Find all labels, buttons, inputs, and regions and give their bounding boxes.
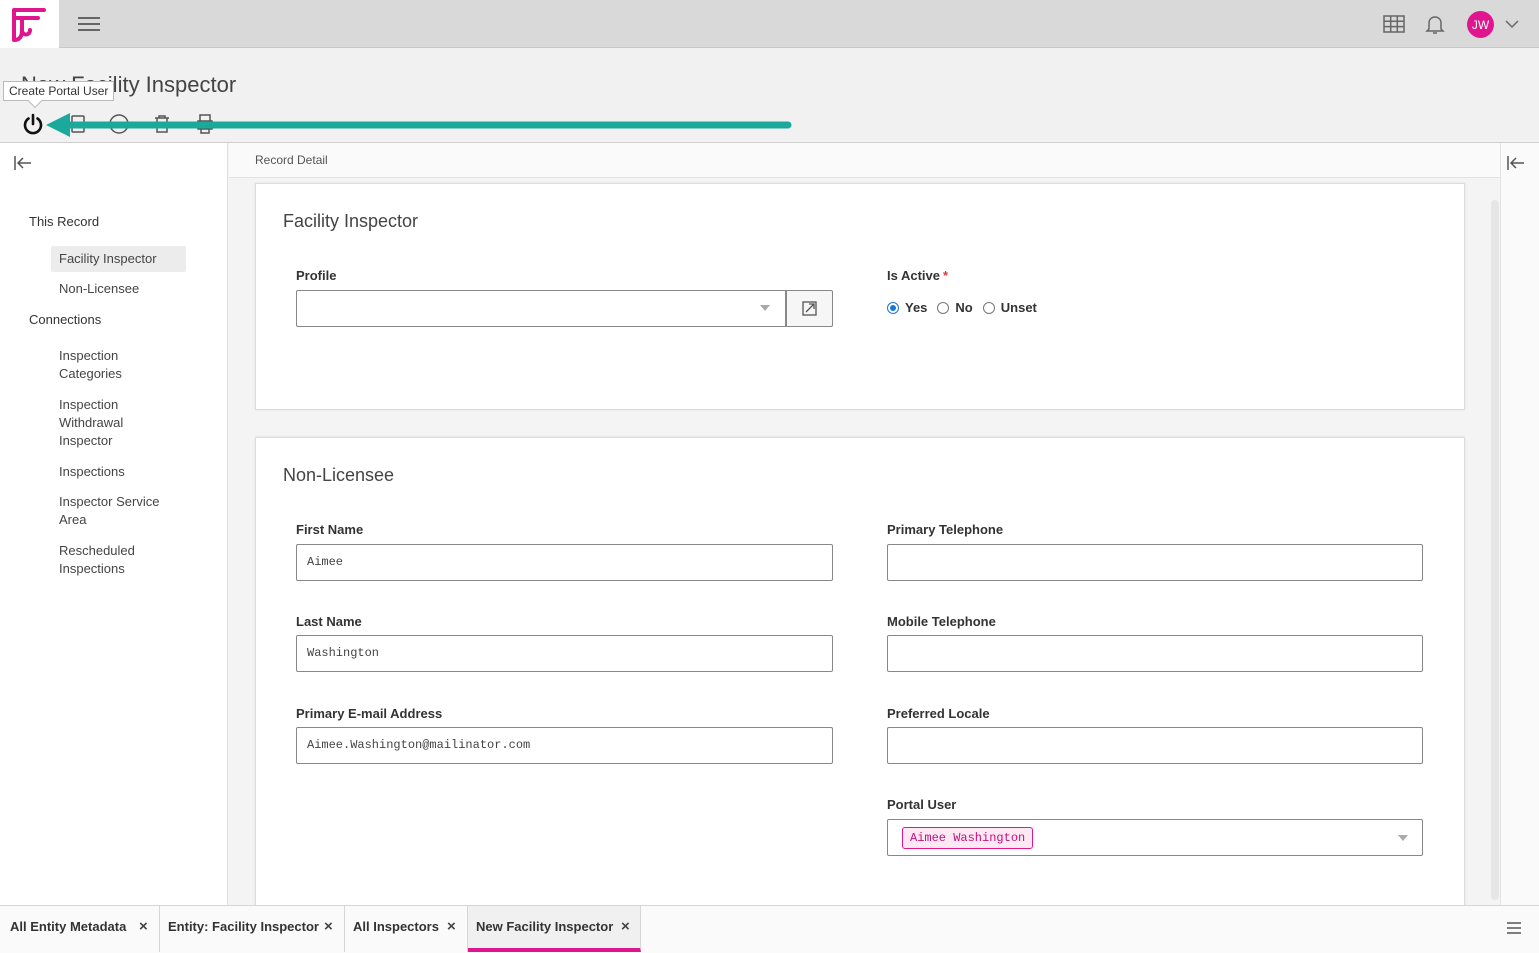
grid-icon[interactable] bbox=[1382, 12, 1406, 36]
sidebar-item-inspection-withdrawal-inspector[interactable]: Inspection Withdrawal Inspector bbox=[51, 392, 161, 454]
non-licensee-card: Non-Licensee First Name Aimee Last Name … bbox=[255, 437, 1465, 905]
primary-telephone-label: Primary Telephone bbox=[887, 522, 1004, 537]
tab-label: New Facility Inspector bbox=[476, 919, 614, 934]
collapse-left-icon[interactable] bbox=[14, 155, 32, 171]
tab-all-inspectors[interactable]: All Inspectors × bbox=[345, 906, 468, 952]
sidebar-item-inspector-service-area[interactable]: Inspector Service Area bbox=[51, 489, 176, 533]
tab-label: Entity: Facility Inspector bbox=[168, 919, 319, 934]
mobile-telephone-input[interactable] bbox=[887, 635, 1423, 672]
tab-label: All Inspectors bbox=[353, 919, 439, 934]
create-portal-user-tooltip: Create Portal User bbox=[3, 81, 115, 101]
page-header: New Facility Inspector Create Portal Use… bbox=[0, 48, 1539, 143]
mobile-telephone-label: Mobile Telephone bbox=[887, 614, 996, 629]
primary-telephone-input[interactable] bbox=[887, 544, 1423, 581]
bottom-tab-bar: All Entity Metadata × Entity: Facility I… bbox=[0, 905, 1539, 953]
close-icon[interactable]: × bbox=[324, 918, 333, 935]
preferred-locale-input[interactable] bbox=[887, 727, 1423, 764]
power-icon[interactable] bbox=[21, 112, 45, 136]
required-marker: * bbox=[943, 268, 949, 283]
portal-user-select[interactable]: Aimee Washington bbox=[887, 819, 1423, 856]
portal-user-label: Portal User bbox=[887, 797, 957, 812]
sidebar-item-non-licensee[interactable]: Non-Licensee bbox=[51, 276, 186, 302]
vertical-scrollbar[interactable] bbox=[1491, 200, 1499, 900]
is-active-unset-label[interactable]: Unset bbox=[1001, 300, 1037, 315]
is-active-no-radio[interactable] bbox=[937, 301, 950, 314]
is-active-radio-group: Yes No Unset bbox=[887, 300, 1047, 315]
record-detail-label: Record Detail bbox=[255, 153, 328, 167]
right-panel-rail bbox=[1500, 143, 1539, 905]
facility-inspector-title: Facility Inspector bbox=[283, 211, 419, 231]
is-active-no-label[interactable]: No bbox=[955, 300, 972, 315]
sidebar-item-facility-inspector[interactable]: Facility Inspector bbox=[51, 246, 186, 272]
chevron-down-icon[interactable] bbox=[760, 305, 770, 311]
is-active-label: Is Active * bbox=[887, 268, 948, 283]
connections-heading: Connections bbox=[29, 312, 102, 327]
bell-icon[interactable] bbox=[1423, 12, 1447, 36]
last-name-label: Last Name bbox=[296, 614, 362, 629]
tab-entity-facility-inspector[interactable]: Entity: Facility Inspector × bbox=[160, 906, 345, 952]
facility-inspector-card: Facility Inspector Profile Is Active * Ye… bbox=[255, 183, 1465, 410]
is-active-unset-radio[interactable] bbox=[982, 301, 995, 314]
email-label: Primary E-mail Address bbox=[296, 706, 443, 721]
profile-label: Profile bbox=[296, 268, 337, 283]
first-name-input[interactable]: Aimee bbox=[296, 544, 833, 581]
close-icon[interactable]: × bbox=[621, 918, 630, 935]
main-content: Record Detail Facility Inspector Profile… bbox=[229, 143, 1539, 905]
record-detail-bar: Record Detail bbox=[229, 143, 1500, 178]
this-record-heading: This Record bbox=[29, 214, 100, 229]
sidebar-item-inspections[interactable]: Inspections bbox=[51, 459, 186, 485]
chevron-down-icon[interactable] bbox=[1504, 16, 1520, 32]
brand-logo-icon bbox=[12, 8, 46, 42]
is-active-yes-radio[interactable] bbox=[887, 301, 899, 314]
open-profile-button[interactable] bbox=[786, 290, 833, 327]
annotation-arrow-icon bbox=[46, 113, 792, 137]
collapse-right-icon[interactable] bbox=[1507, 155, 1525, 171]
non-licensee-title: Non-Licensee bbox=[283, 465, 395, 485]
menu-icon[interactable] bbox=[78, 14, 100, 34]
top-bar: JW bbox=[0, 0, 1539, 48]
external-link-icon bbox=[802, 301, 817, 316]
is-active-yes-label[interactable]: Yes bbox=[905, 300, 927, 315]
is-active-label-text: Is Active bbox=[887, 268, 940, 283]
app-logo[interactable] bbox=[0, 0, 59, 48]
tab-label: All Entity Metadata bbox=[10, 919, 127, 934]
close-icon[interactable]: × bbox=[447, 918, 456, 935]
sidebar-item-rescheduled-inspections[interactable]: Rescheduled Inspections bbox=[51, 538, 161, 582]
email-input[interactable]: Aimee.Washington@mailinator.com bbox=[296, 727, 833, 764]
user-avatar[interactable]: JW bbox=[1467, 11, 1494, 38]
first-name-label: First Name bbox=[296, 522, 364, 537]
portal-user-chip[interactable]: Aimee Washington bbox=[902, 827, 1034, 849]
profile-select[interactable] bbox=[296, 290, 786, 327]
chevron-down-icon[interactable] bbox=[1398, 835, 1408, 841]
sidebar-item-inspection-categories[interactable]: Inspection Categories bbox=[51, 343, 161, 387]
menu-icon[interactable] bbox=[1506, 920, 1522, 936]
preferred-locale-label: Preferred Locale bbox=[887, 706, 990, 721]
tab-new-facility-inspector[interactable]: New Facility Inspector × bbox=[468, 906, 641, 952]
last-name-input[interactable]: Washington bbox=[296, 635, 833, 672]
tab-all-entity-metadata[interactable]: All Entity Metadata × bbox=[0, 906, 160, 952]
record-navigation-sidebar: This Record Facility Inspector Non-Licen… bbox=[0, 143, 228, 905]
close-icon[interactable]: × bbox=[139, 918, 148, 935]
